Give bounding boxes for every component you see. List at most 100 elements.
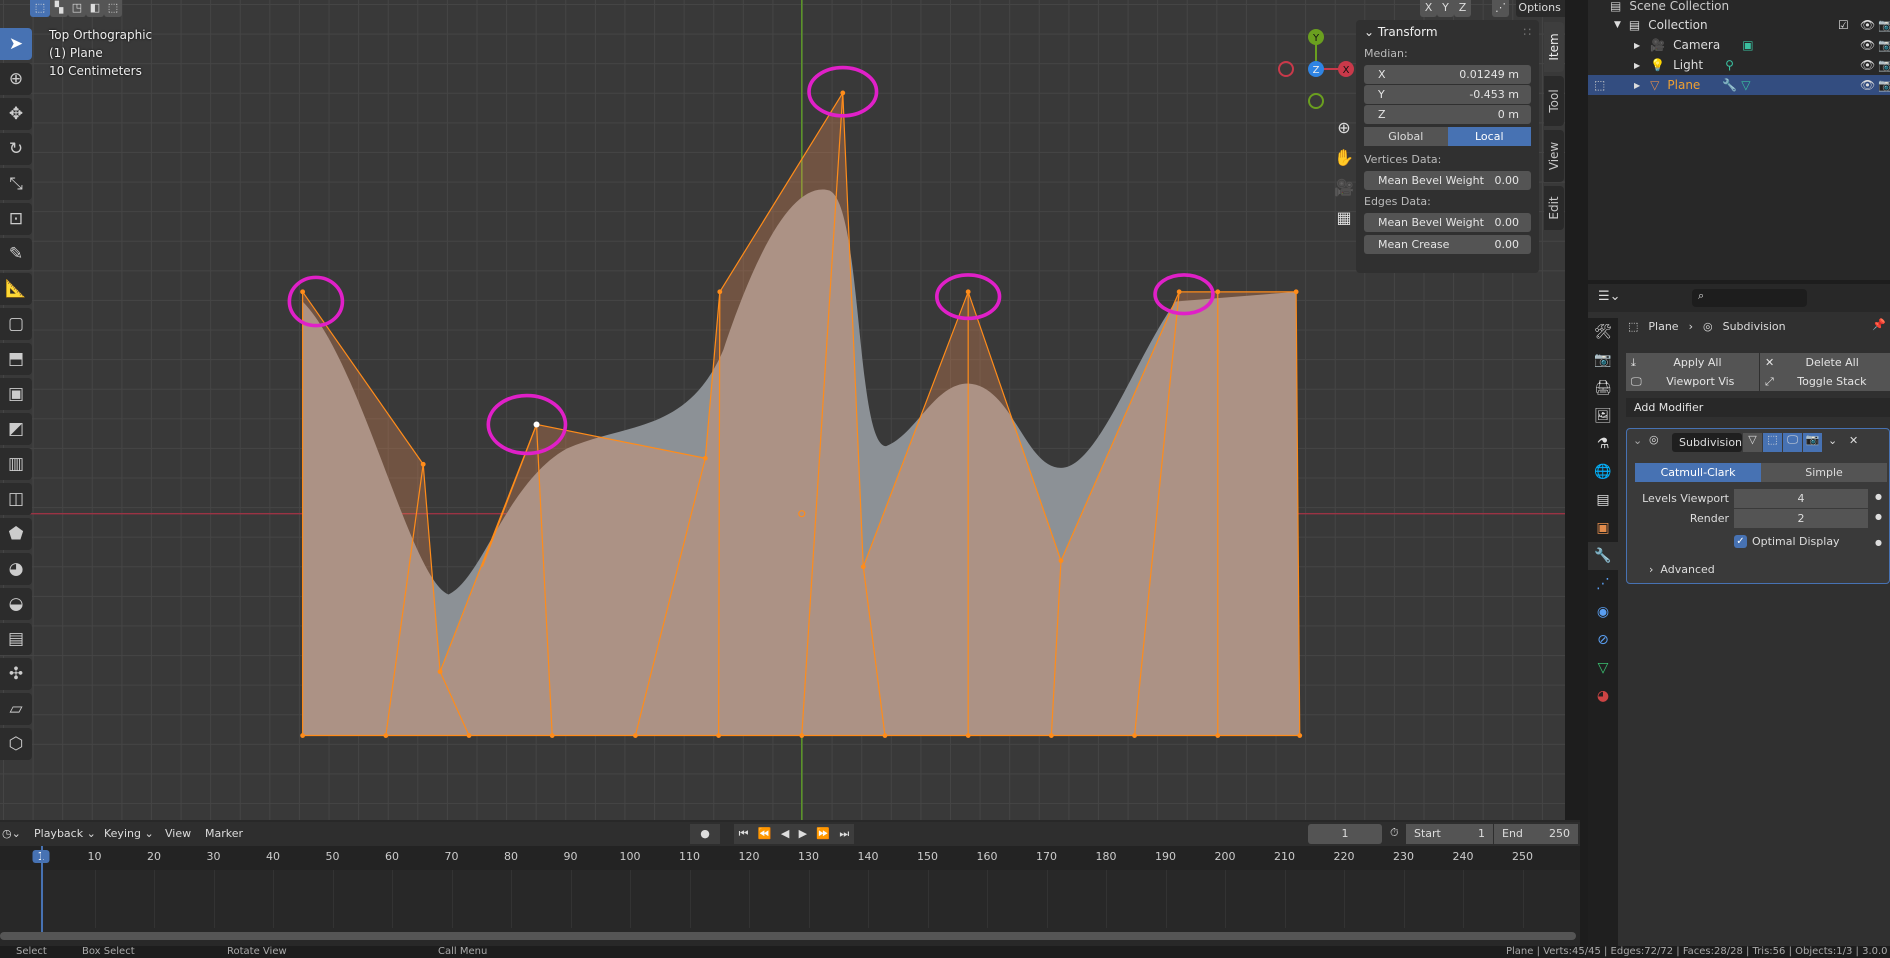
rotate-tool[interactable]: ↻: [0, 133, 32, 165]
mirror-y-toggle[interactable]: Y: [1437, 0, 1454, 17]
editor-type-clock-icon[interactable]: ◷⌄: [2, 827, 21, 840]
frame-ruler[interactable]: 1102030405060708090100110120130140150160…: [0, 846, 1580, 870]
median-y-field[interactable]: Y -0.453 m: [1364, 85, 1531, 104]
shrink-fatten-tool[interactable]: ✣: [0, 658, 32, 690]
loop-cut-tool[interactable]: ▥: [0, 448, 32, 480]
physics-tab-icon[interactable]: ◉: [1588, 598, 1618, 626]
data-tab-icon[interactable]: ▽: [1588, 654, 1618, 682]
timeline-scrollbar[interactable]: [0, 932, 1576, 940]
ortho-grid-icon[interactable]: ▦: [1334, 203, 1354, 233]
modifier-tab-icon[interactable]: 🔧: [1588, 542, 1618, 570]
keyframe-dot-icon[interactable]: ●: [1875, 538, 1882, 547]
editor-type-icon[interactable]: ☰⌄: [1598, 289, 1621, 304]
remove-modifier-icon[interactable]: ✕: [1849, 434, 1858, 447]
mirror-z-toggle[interactable]: Z: [1454, 0, 1471, 17]
play-reverse-icon[interactable]: ◀: [781, 824, 789, 844]
pin-icon[interactable]: 📌: [1872, 318, 1886, 331]
tool-tab-icon[interactable]: 🛠: [1588, 318, 1618, 346]
add-modifier-dropdown[interactable]: Add Modifier: [1626, 398, 1890, 417]
global-toggle[interactable]: Global: [1364, 127, 1448, 146]
visibility-eye-icon[interactable]: 👁: [1860, 58, 1875, 72]
realtime-display-icon[interactable]: 🖵: [1783, 433, 1802, 452]
marker-menu[interactable]: Marker: [205, 827, 243, 840]
scene-tab-icon[interactable]: ⚗: [1588, 430, 1618, 458]
view-layer-tab-icon[interactable]: 🖼: [1588, 402, 1618, 430]
modifier-menu-chevron-icon[interactable]: ⌄: [1828, 434, 1837, 447]
timeline-body[interactable]: [0, 846, 1528, 934]
auto-keying-toggle[interactable]: ●: [690, 824, 720, 844]
navigation-gizmo[interactable]: Y X Z: [1270, 25, 1360, 115]
play-icon[interactable]: ▶: [799, 824, 807, 844]
keyframe-dot-icon[interactable]: ●: [1875, 492, 1882, 501]
modifier-name-field[interactable]: Subdivision: [1672, 433, 1742, 452]
options-dropdown[interactable]: Options ⌄: [1516, 0, 1565, 17]
select-mode-extend-icon[interactable]: ▚: [50, 0, 68, 17]
add-cube-tool[interactable]: ▢: [0, 308, 32, 340]
camera-view-icon[interactable]: 🎥: [1334, 173, 1354, 203]
render-toggle-icon[interactable]: 📷: [1803, 433, 1822, 452]
edge-bevel-weight-field[interactable]: Mean Bevel Weight 0.00: [1364, 213, 1531, 232]
render-camera-icon[interactable]: 📷: [1878, 58, 1890, 72]
end-frame-field[interactable]: End 250: [1494, 824, 1578, 844]
viewport-vis-button[interactable]: 🖵 Viewport Vis: [1626, 372, 1759, 391]
pan-hand-icon[interactable]: ✋: [1334, 143, 1354, 173]
render-camera-icon[interactable]: 📷: [1878, 78, 1890, 92]
edge-crease-field[interactable]: Mean Crease 0.00: [1364, 235, 1531, 254]
shear-tool[interactable]: ▱: [0, 693, 32, 725]
spin-tool[interactable]: ◕: [0, 553, 32, 585]
smooth-tool[interactable]: ◒: [0, 588, 32, 620]
collection-tab-icon[interactable]: ▤: [1588, 486, 1618, 514]
mirror-x-toggle[interactable]: X: [1420, 0, 1437, 17]
select-mode-intersect-icon[interactable]: ⬚: [104, 0, 122, 17]
current-frame-field[interactable]: 1: [1308, 824, 1382, 844]
exclude-checkbox[interactable]: ☑: [1838, 18, 1849, 32]
poly-build-tool[interactable]: ⬟: [0, 518, 32, 550]
select-mode-invert-icon[interactable]: ◧: [86, 0, 104, 17]
delete-all-button[interactable]: ✕ Delete All: [1760, 353, 1890, 372]
cursor-tool[interactable]: ⊕: [0, 63, 32, 95]
outliner-item-light[interactable]: ▶ 💡 Light ⚲ 👁 📷: [1588, 55, 1890, 75]
tab-tool[interactable]: Tool: [1544, 76, 1564, 126]
output-tab-icon[interactable]: 🖨: [1588, 374, 1618, 402]
median-z-field[interactable]: Z0 m: [1364, 105, 1531, 124]
bevel-tool[interactable]: ◩: [0, 413, 32, 445]
edit-mode-toggle-icon[interactable]: ⬚: [1763, 433, 1782, 452]
select-box-tool[interactable]: ➤: [0, 28, 32, 60]
render-camera-icon[interactable]: 📷: [1878, 38, 1890, 52]
inset-tool[interactable]: ▣: [0, 378, 32, 410]
scene-collection-row[interactable]: ▤ Scene Collection: [1588, 0, 1890, 16]
select-mode-subtract-icon[interactable]: ◳: [68, 0, 86, 17]
drag-handle-icon[interactable]: ∷: [1523, 25, 1531, 43]
optimal-display-checkbox[interactable]: ✓ Optimal Display: [1734, 535, 1840, 548]
advanced-subpanel-toggle[interactable]: › Advanced: [1649, 563, 1715, 576]
apply-all-button[interactable]: ⤓ Apply All: [1626, 353, 1759, 372]
collection-row[interactable]: ▼ ▤ Collection ☑ 👁 📷: [1588, 15, 1890, 35]
scale-tool[interactable]: ⤡: [0, 168, 32, 200]
object-tab-icon[interactable]: ▣: [1588, 514, 1618, 542]
knife-tool[interactable]: ◫: [0, 483, 32, 515]
outliner-item-plane[interactable]: ⬚ ▶ ▽ Plane 🔧 ▽ 👁 📷: [1588, 75, 1890, 95]
properties-search-input[interactable]: ⌕: [1692, 289, 1807, 307]
zoom-icon[interactable]: ⊕: [1334, 113, 1354, 143]
move-tool[interactable]: ✥: [0, 98, 32, 130]
render-camera-icon[interactable]: 📷: [1878, 18, 1890, 32]
3d-viewport[interactable]: ⬚ ▚ ◳ ◧ ⬚ X Y Z ⋰ Options ⌄ Top Orthogra…: [0, 0, 1565, 820]
annotate-tool[interactable]: ✎: [0, 238, 32, 270]
visibility-eye-icon[interactable]: 👁: [1860, 78, 1875, 92]
playhead[interactable]: [41, 846, 43, 934]
collapse-chevron-icon[interactable]: ⌄: [1633, 434, 1642, 447]
select-mode-new-icon[interactable]: ⬚: [30, 0, 50, 17]
vertex-bevel-weight-field[interactable]: Mean Bevel Weight 0.00: [1364, 171, 1531, 190]
jump-end-icon[interactable]: ⏭: [839, 824, 849, 844]
keyframe-dot-icon[interactable]: ●: [1875, 512, 1882, 521]
constraints-tab-icon[interactable]: ⊘: [1588, 626, 1618, 654]
view-menu[interactable]: View: [165, 827, 191, 840]
particles-tab-icon[interactable]: ⋰: [1588, 570, 1618, 598]
keying-menu[interactable]: Keying ⌄: [104, 827, 154, 840]
outliner-item-camera[interactable]: ▶ 🎥 Camera ▣ 👁 📷: [1588, 35, 1890, 55]
jump-keyframe-back-icon[interactable]: ⏪: [758, 824, 772, 844]
mesh-canvas[interactable]: [0, 0, 1565, 820]
levels-viewport-field[interactable]: 4: [1734, 489, 1868, 508]
simple-option[interactable]: Simple: [1761, 463, 1887, 482]
render-tab-icon[interactable]: 📷: [1588, 346, 1618, 374]
